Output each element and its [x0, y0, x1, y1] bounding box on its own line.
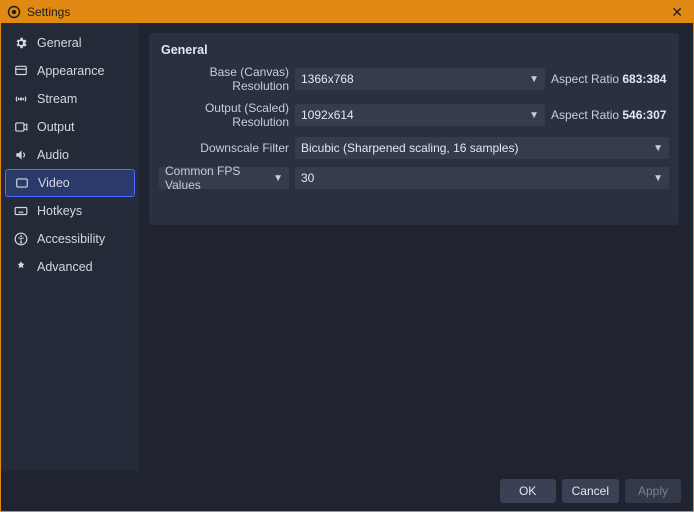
titlebar: Settings ✕	[1, 1, 693, 23]
downscale-filter-label: Downscale Filter	[159, 141, 289, 155]
output-resolution-row: Output (Scaled) Resolution 1092x614 ▼ As…	[159, 101, 669, 129]
base-aspect-ratio: Aspect Ratio 683:384	[551, 72, 669, 86]
sidebar-item-video[interactable]: Video	[5, 169, 135, 197]
close-button[interactable]: ✕	[667, 4, 687, 21]
keyboard-icon	[13, 203, 29, 219]
downscale-filter-row: Downscale Filter Bicubic (Sharpened scal…	[159, 137, 669, 159]
accessibility-icon	[13, 231, 29, 247]
ok-button[interactable]: OK	[500, 479, 556, 503]
output-icon	[13, 119, 29, 135]
apply-button[interactable]: Apply	[625, 479, 681, 503]
sidebar-item-stream[interactable]: Stream	[1, 85, 139, 113]
chevron-down-icon: ▼	[653, 143, 663, 154]
sidebar-item-accessibility[interactable]: Accessibility	[1, 225, 139, 253]
window-body: General Appearance Stream Output	[1, 23, 693, 471]
sidebar-item-label: Output	[37, 120, 75, 134]
sidebar-item-output[interactable]: Output	[1, 113, 139, 141]
app-icon	[7, 5, 21, 19]
sidebar-item-label: General	[37, 36, 81, 50]
sidebar-item-audio[interactable]: Audio	[1, 141, 139, 169]
main-content: General Base (Canvas) Resolution 1366x76…	[139, 23, 693, 471]
sidebar-item-label: Audio	[37, 148, 69, 162]
sidebar-item-label: Advanced	[37, 260, 93, 274]
sidebar-item-appearance[interactable]: Appearance	[1, 57, 139, 85]
sidebar-item-label: Hotkeys	[37, 204, 82, 218]
downscale-filter-value: Bicubic (Sharpened scaling, 16 samples)	[301, 141, 518, 155]
video-icon	[14, 175, 30, 191]
settings-window: Settings ✕ General Appearance	[0, 0, 694, 512]
appearance-icon	[13, 63, 29, 79]
sidebar-item-label: Accessibility	[37, 232, 105, 246]
base-resolution-row: Base (Canvas) Resolution 1366x768 ▼ Aspe…	[159, 65, 669, 93]
sidebar-item-advanced[interactable]: Advanced	[1, 253, 139, 281]
fps-type-label: Common FPS Values	[165, 164, 267, 192]
chevron-down-icon: ▼	[529, 110, 539, 121]
base-resolution-combo[interactable]: 1366x768 ▼	[295, 68, 545, 90]
fps-value: 30	[301, 171, 314, 185]
output-resolution-value: 1092x614	[301, 108, 354, 122]
video-general-panel: General Base (Canvas) Resolution 1366x76…	[149, 33, 679, 225]
chevron-down-icon: ▼	[653, 173, 663, 184]
cancel-button[interactable]: Cancel	[562, 479, 619, 503]
gear-icon	[13, 35, 29, 51]
chevron-down-icon: ▼	[529, 74, 539, 85]
window-title: Settings	[27, 5, 70, 19]
downscale-filter-combo[interactable]: Bicubic (Sharpened scaling, 16 samples) …	[295, 137, 669, 159]
sidebar-item-hotkeys[interactable]: Hotkeys	[1, 197, 139, 225]
advanced-icon	[13, 259, 29, 275]
chevron-down-icon: ▼	[273, 173, 283, 184]
sidebar-item-label: Stream	[37, 92, 77, 106]
sidebar: General Appearance Stream Output	[1, 23, 139, 471]
audio-icon	[13, 147, 29, 163]
sidebar-item-label: Appearance	[37, 64, 104, 78]
fps-row: Common FPS Values ▼ 30 ▼	[159, 167, 669, 189]
fps-value-combo[interactable]: 30 ▼	[295, 167, 669, 189]
output-resolution-label: Output (Scaled) Resolution	[159, 101, 289, 129]
sidebar-item-general[interactable]: General	[1, 29, 139, 57]
base-resolution-value: 1366x768	[301, 72, 354, 86]
output-resolution-combo[interactable]: 1092x614 ▼	[295, 104, 545, 126]
sidebar-item-label: Video	[38, 176, 70, 190]
base-resolution-label: Base (Canvas) Resolution	[159, 65, 289, 93]
panel-title: General	[159, 43, 669, 57]
footer: OK Cancel Apply	[1, 471, 693, 511]
output-aspect-ratio: Aspect Ratio 546:307	[551, 108, 669, 122]
stream-icon	[13, 91, 29, 107]
fps-type-combo[interactable]: Common FPS Values ▼	[159, 167, 289, 189]
